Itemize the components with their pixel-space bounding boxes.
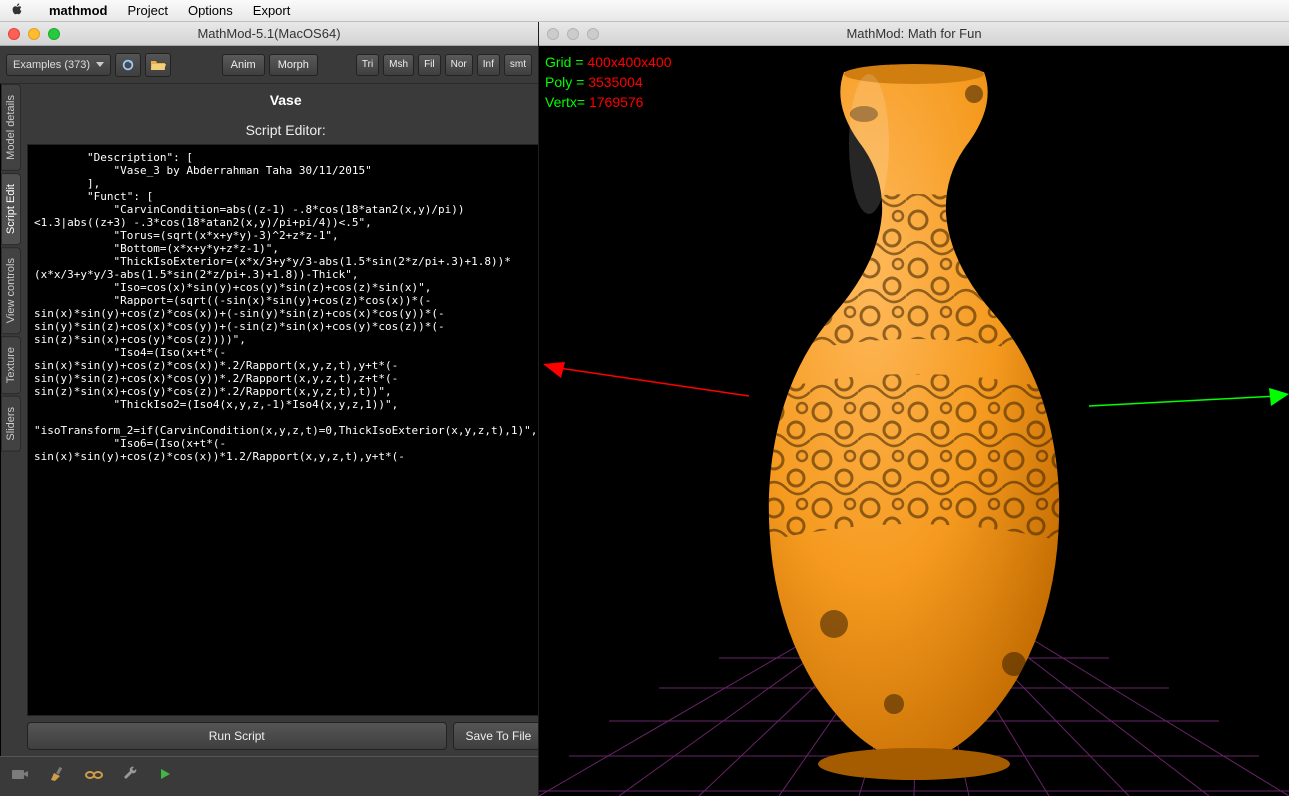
script-editor-title: Script Editor: bbox=[27, 116, 538, 144]
refresh-icon[interactable] bbox=[115, 53, 141, 77]
run-script-button[interactable]: Run Script bbox=[27, 722, 447, 750]
viewport-titlebar: MathMod: Math for Fun bbox=[539, 22, 1289, 46]
examples-combo-label: Examples (373) bbox=[13, 59, 90, 71]
tri-button[interactable]: Tri bbox=[356, 54, 379, 76]
editor-window: MathMod-5.1(MacOS64) Examples (373) Anim… bbox=[0, 22, 539, 796]
smt-button[interactable]: smt bbox=[504, 54, 532, 76]
vase-model bbox=[714, 64, 1114, 784]
tool-play-icon[interactable] bbox=[158, 767, 172, 786]
model-name: Vase bbox=[27, 88, 538, 116]
script-editor[interactable]: "Description": [ "Vase_3 by Abderrahman … bbox=[27, 144, 538, 716]
morph-button[interactable]: Morph bbox=[269, 54, 318, 76]
editor-titlebar: MathMod-5.1(MacOS64) bbox=[0, 22, 538, 46]
close-icon[interactable] bbox=[547, 28, 559, 40]
apple-icon[interactable] bbox=[10, 2, 29, 19]
render-stats: Grid = 400x400x400 Poly = 3535004 Vertx=… bbox=[545, 52, 671, 112]
mac-menubar: mathmod Project Options Export bbox=[0, 0, 1289, 22]
minimize-icon[interactable] bbox=[28, 28, 40, 40]
inf-button[interactable]: Inf bbox=[477, 54, 500, 76]
viewport-window-title: MathMod: Math for Fun bbox=[846, 26, 981, 41]
menubar-app[interactable]: mathmod bbox=[49, 3, 108, 18]
nor-button[interactable]: Nor bbox=[445, 54, 473, 76]
axis-x-icon bbox=[539, 356, 759, 406]
vertx-value: 1769576 bbox=[589, 94, 644, 110]
msh-button[interactable]: Msh bbox=[383, 54, 414, 76]
viewport-window: MathMod: Math for Fun Grid = 400x400x400… bbox=[539, 22, 1289, 796]
poly-label: Poly = bbox=[545, 74, 588, 90]
tool-camera-icon[interactable] bbox=[10, 766, 30, 787]
side-tab[interactable]: Model details bbox=[1, 84, 21, 171]
menubar-options[interactable]: Options bbox=[188, 3, 233, 18]
zoom-icon[interactable] bbox=[587, 28, 599, 40]
side-tab[interactable]: View controls bbox=[1, 247, 21, 334]
axis-y-icon bbox=[1089, 386, 1289, 426]
save-to-file-button[interactable]: Save To File bbox=[453, 722, 538, 750]
side-tab[interactable]: Sliders bbox=[1, 396, 21, 452]
poly-value: 3535004 bbox=[588, 74, 643, 90]
side-tab[interactable]: Texture bbox=[1, 336, 21, 394]
minimize-icon[interactable] bbox=[567, 28, 579, 40]
vertx-label: Vertx= bbox=[545, 94, 589, 110]
tool-link-icon[interactable] bbox=[84, 768, 104, 786]
tool-wrench-icon[interactable] bbox=[122, 765, 140, 788]
close-icon[interactable] bbox=[8, 28, 20, 40]
top-toolbar: Examples (373) Anim Morph Tri Msh Fil No… bbox=[0, 46, 538, 84]
fil-button[interactable]: Fil bbox=[418, 54, 441, 76]
menubar-export[interactable]: Export bbox=[253, 3, 291, 18]
status-bar bbox=[0, 756, 538, 796]
menubar-project[interactable]: Project bbox=[128, 3, 168, 18]
grid-value: 400x400x400 bbox=[587, 54, 671, 70]
3d-viewport[interactable]: Grid = 400x400x400 Poly = 3535004 Vertx=… bbox=[539, 46, 1289, 796]
tool-brush-icon[interactable] bbox=[48, 765, 66, 788]
zoom-icon[interactable] bbox=[48, 28, 60, 40]
grid-label: Grid = bbox=[545, 54, 587, 70]
chevron-down-icon bbox=[96, 62, 104, 67]
side-tabs: Model detailsScript EditView controlsTex… bbox=[1, 84, 21, 756]
examples-combo[interactable]: Examples (373) bbox=[6, 54, 111, 76]
folder-icon[interactable] bbox=[145, 53, 171, 77]
side-tab[interactable]: Script Edit bbox=[1, 173, 21, 245]
anim-button[interactable]: Anim bbox=[222, 54, 265, 76]
editor-window-title: MathMod-5.1(MacOS64) bbox=[197, 26, 340, 41]
